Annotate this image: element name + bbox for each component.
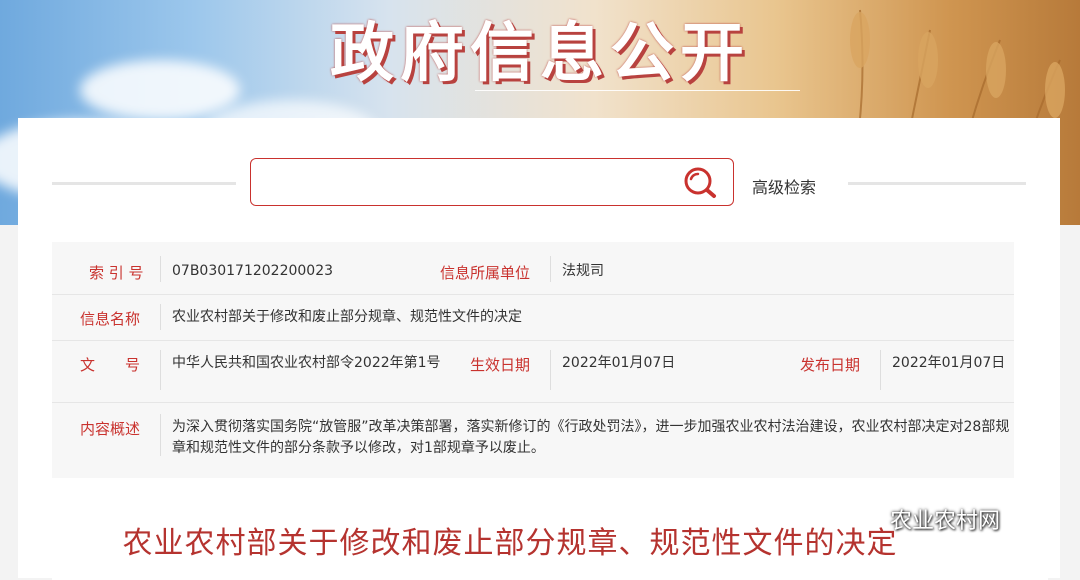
summary-label: 内容概述 xyxy=(80,420,141,438)
divider xyxy=(52,182,236,185)
search-input[interactable] xyxy=(263,167,667,199)
column-separator xyxy=(880,350,881,390)
watermark-text: 农业农村网 xyxy=(890,509,1001,534)
unit-value: 法规司 xyxy=(562,263,604,279)
index-value: 07B030171202200023 xyxy=(172,263,334,279)
name-value: 农业农村部关于修改和废止部分规章、规范性文件的决定 xyxy=(172,309,522,325)
column-separator xyxy=(160,350,161,390)
search-icon[interactable] xyxy=(681,165,721,201)
advanced-search-link[interactable]: 高级检索 xyxy=(752,174,816,198)
summary-value: 为深入贯彻落实国务院“放管服”改革决策部署，落实新修订的《行政处罚法》，进一步加… xyxy=(172,419,1010,456)
table-row: 内容概述 为深入贯彻落实国务院“放管服”改革决策部署，落实新修订的《行政处罚法》… xyxy=(52,402,1014,478)
document-title: 农业农村部关于修改和废止部分规章、规范性文件的决定 xyxy=(122,526,898,561)
publish-date-value: 2022年01月07日 xyxy=(892,355,1006,371)
index-label: 索 引 号 xyxy=(89,264,144,282)
effective-date-label: 生效日期 xyxy=(470,356,531,374)
publish-date-label: 发布日期 xyxy=(800,356,861,374)
title-underline xyxy=(475,90,800,91)
divider xyxy=(848,182,1026,185)
column-separator xyxy=(550,256,551,282)
page-title: 政府信息公开 xyxy=(330,17,750,91)
column-separator xyxy=(160,414,161,456)
column-separator xyxy=(160,256,161,282)
watermark: 农业农村网 xyxy=(848,503,1000,535)
unit-label: 信息所属单位 xyxy=(440,264,531,282)
metadata-table: 索 引 号 07B030171202200023 信息所属单位 法规司 信息名称… xyxy=(52,242,1014,478)
table-row: 文 号 中华人民共和国农业农村部令2022年第1号 生效日期 2022年01月0… xyxy=(52,340,1014,403)
doc-no-label: 文 号 xyxy=(80,356,141,374)
table-row: 索 引 号 07B030171202200023 信息所属单位 法规司 xyxy=(52,242,1014,295)
effective-date-value: 2022年01月07日 xyxy=(562,355,676,371)
doc-no-value: 中华人民共和国农业农村部令2022年第1号 xyxy=(172,355,441,371)
table-row: 信息名称 农业农村部关于修改和废止部分规章、规范性文件的决定 xyxy=(52,294,1014,341)
search-box xyxy=(250,158,734,206)
column-separator xyxy=(550,350,551,390)
column-separator xyxy=(160,304,161,330)
wechat-icon xyxy=(849,506,880,531)
name-label: 信息名称 xyxy=(80,310,141,328)
